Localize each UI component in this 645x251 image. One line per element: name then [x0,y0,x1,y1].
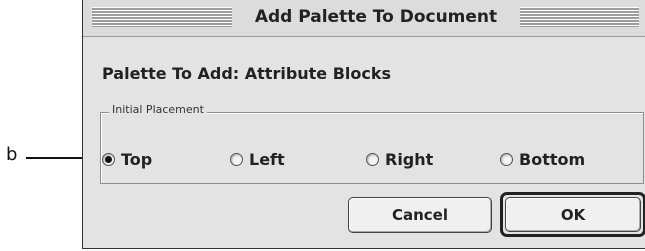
title-bar[interactable]: Add Palette To Document [83,0,645,37]
cancel-button[interactable]: Cancel [348,197,492,233]
radio-left[interactable]: Left [230,149,285,169]
radio-selected-icon[interactable] [102,152,115,166]
radio-left-label: Left [249,149,285,169]
radio-right-label: Right [385,149,434,169]
title-bar-stripes-right [520,7,639,27]
radio-bottom-label: Bottom [519,149,586,169]
add-palette-dialog: Add Palette To Document Palette To Add: … [82,0,645,249]
title-bar-stripes-left [92,7,232,27]
ok-button[interactable]: OK [505,197,641,232]
callout-arrow-line [26,157,90,159]
callout-label: b [6,144,18,165]
radio-right[interactable]: Right [366,149,433,169]
palette-heading: Palette To Add: Attribute Blocks [102,64,392,83]
radio-bottom[interactable]: Bottom [500,149,585,169]
initial-placement-group [100,112,644,184]
dialog-title: Add Palette To Document [232,5,520,29]
radio-top[interactable]: Top [102,149,152,169]
radio-unselected-icon[interactable] [500,152,513,166]
radio-unselected-icon[interactable] [230,152,243,166]
initial-placement-label: Initial Placement [109,103,207,116]
radio-unselected-icon[interactable] [366,152,379,166]
radio-top-label: Top [121,149,153,169]
